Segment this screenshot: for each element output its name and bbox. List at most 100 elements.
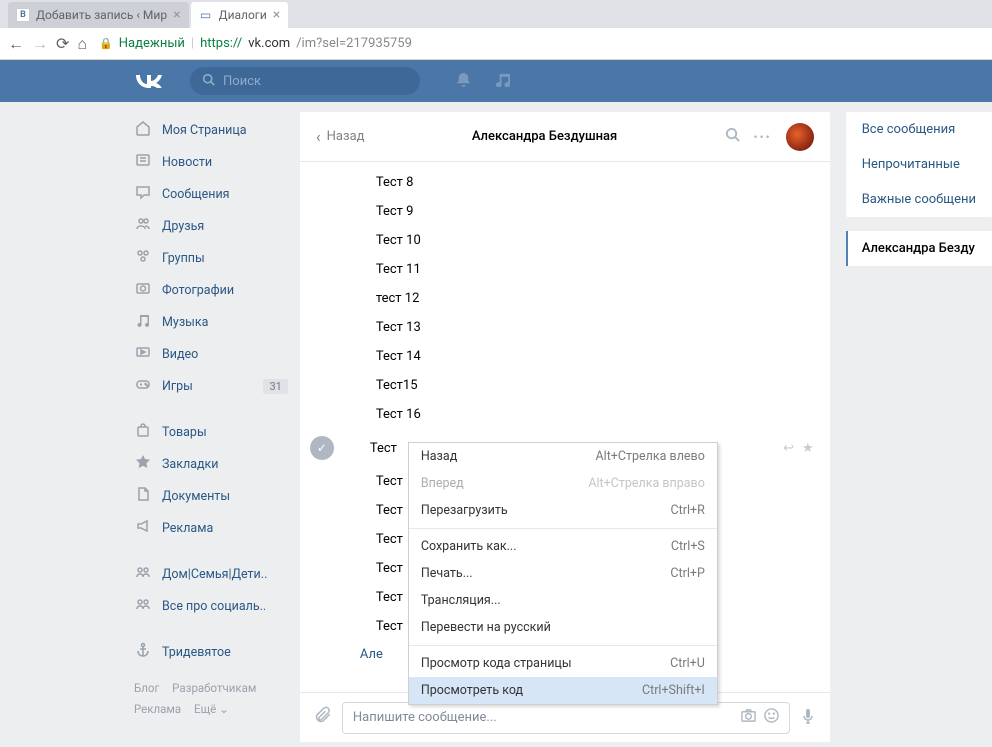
- footer-blog[interactable]: Блог: [134, 681, 159, 695]
- chat-icon: ▭: [199, 8, 213, 22]
- reload-icon[interactable]: ⟳: [56, 34, 69, 54]
- conversation-title[interactable]: Александра Бездушная: [365, 129, 725, 144]
- sidebar-item-label: Дом|Семья|Дети..: [162, 567, 267, 582]
- sidebar-item-group[interactable]: Дом|Семья|Дети..: [130, 558, 292, 590]
- back-arrow-icon[interactable]: ←: [8, 34, 24, 54]
- message-row[interactable]: Тест 8: [316, 168, 814, 197]
- tab-close-icon[interactable]: ×: [273, 7, 280, 23]
- context-menu-item[interactable]: НазадAlt+Стрелка влево: [409, 443, 717, 470]
- group-icon: [134, 564, 152, 584]
- sidebar-item-music[interactable]: Музыка: [130, 306, 292, 338]
- notifications-icon[interactable]: [456, 72, 471, 91]
- more-icon[interactable]: •••: [754, 130, 772, 144]
- message-row[interactable]: Тест 10: [316, 226, 814, 255]
- reply-icon[interactable]: ↩: [783, 441, 794, 456]
- forward-arrow-icon[interactable]: →: [32, 34, 48, 54]
- footer-ads[interactable]: Реклама: [134, 702, 181, 716]
- search-icon: [202, 73, 215, 90]
- context-menu-item[interactable]: Просмотр кода страницыCtrl+U: [409, 650, 717, 677]
- context-menu: НазадAlt+Стрелка влевоВпередAlt+Стрелка …: [408, 442, 718, 705]
- search-box[interactable]: [190, 67, 420, 95]
- message-row[interactable]: Тест15: [316, 371, 814, 400]
- context-menu-item[interactable]: Перевести на русский: [409, 614, 717, 641]
- address-bar[interactable]: 🔒 Надежный | https://vk.com/im?sel=21793…: [99, 36, 984, 51]
- sidebar-item-group[interactable]: Все про социаль..: [130, 590, 292, 622]
- message-row[interactable]: Тест 16: [316, 400, 814, 429]
- context-menu-item[interactable]: Перезагрузить Ctrl+R: [409, 497, 717, 524]
- ctx-label: Печать...: [421, 566, 473, 581]
- ads-icon: [134, 518, 152, 538]
- sidebar-item-label: Группы: [162, 251, 205, 266]
- check-icon[interactable]: ✓: [310, 436, 334, 460]
- ctx-label: Просмотр кода страницы: [421, 656, 572, 671]
- tab-title: Добавить запись ‹ Мир: [36, 8, 167, 22]
- message-text: Тест: [370, 441, 397, 456]
- message-text: Тест 11: [376, 262, 421, 277]
- ctx-label: Перевести на русский: [421, 620, 551, 635]
- context-menu-item[interactable]: Трансляция...: [409, 587, 717, 614]
- groups-icon: [134, 248, 152, 268]
- message-text: Тест 13: [376, 320, 421, 335]
- sidebar-item-doc[interactable]: Документы: [130, 480, 292, 512]
- camera-icon[interactable]: [741, 708, 756, 727]
- message-row[interactable]: Тест 13: [316, 313, 814, 342]
- attach-icon[interactable]: [314, 706, 332, 729]
- footer-more[interactable]: Ещё ⌄: [194, 702, 229, 716]
- back-button[interactable]: ‹ Назад: [316, 127, 365, 146]
- ctx-label: Перезагрузить: [421, 503, 508, 518]
- nav-controls: ← → ⟳ ⌂: [8, 34, 87, 54]
- tab-close-icon[interactable]: ×: [173, 7, 180, 23]
- sidebar-footer: Блог Разработчикам Реклама Ещё ⌄: [130, 668, 292, 729]
- browser-tab[interactable]: ▭ Диалоги ×: [191, 2, 289, 28]
- avatar[interactable]: [786, 123, 814, 151]
- sidebar-badge: 31: [263, 379, 287, 394]
- sidebar-item-bag[interactable]: Товары: [130, 416, 292, 448]
- sidebar-item-photo[interactable]: Фотографии: [130, 274, 292, 306]
- sidebar-item-news[interactable]: Новости: [130, 146, 292, 178]
- filter-all[interactable]: Все сообщения: [846, 112, 992, 147]
- search-input[interactable]: [223, 74, 408, 89]
- compose-input[interactable]: [353, 710, 733, 725]
- sidebar-item-anchor[interactable]: Тридевятое: [130, 636, 292, 668]
- message-text: Тест15: [376, 378, 418, 393]
- filter-unread[interactable]: Непрочитанные: [846, 147, 992, 182]
- browser-tab[interactable]: В Добавить запись ‹ Мир ×: [8, 2, 189, 28]
- main-column: ‹ Назад Александра Бездушная ••• Тест 8Т…: [300, 102, 830, 742]
- search-icon[interactable]: [725, 127, 740, 146]
- sidebar: Моя СтраницаНовостиСообщенияДрузья Группы…: [130, 102, 292, 742]
- sidebar-item-groups[interactable]: Группы: [130, 242, 292, 274]
- message-row[interactable]: Тест 9: [316, 197, 814, 226]
- context-menu-item[interactable]: Печать...Ctrl+P: [409, 560, 717, 587]
- sidebar-item-games[interactable]: Игры 31: [130, 370, 292, 402]
- browser-toolbar: ← → ⟳ ⌂ 🔒 Надежный | https://vk.com/im?s…: [0, 28, 992, 60]
- vk-logo[interactable]: [134, 69, 162, 94]
- conversation-header: ‹ Назад Александра Бездушная •••: [300, 112, 830, 162]
- mic-icon[interactable]: [800, 708, 816, 728]
- context-menu-item[interactable]: Сохранить как...Ctrl+S: [409, 533, 717, 560]
- sidebar-item-video[interactable]: Видео: [130, 338, 292, 370]
- sidebar-item-label: Тридевятое: [162, 645, 231, 660]
- games-icon: [134, 376, 152, 396]
- message-row[interactable]: тест 12: [316, 284, 814, 313]
- ctx-shortcut: Ctrl+R: [671, 503, 705, 518]
- sidebar-item-label: Игры: [162, 379, 193, 394]
- conversation-actions: •••: [725, 123, 814, 151]
- sidebar-item-ads[interactable]: Реклама: [130, 512, 292, 544]
- message-row[interactable]: Тест 11: [316, 255, 814, 284]
- footer-devs[interactable]: Разработчикам: [172, 681, 256, 695]
- ctx-label: Вперед: [421, 476, 464, 491]
- chevron-left-icon: ‹: [316, 127, 321, 146]
- sidebar-item-friends[interactable]: Друзья: [130, 210, 292, 242]
- home-icon[interactable]: ⌂: [77, 34, 87, 54]
- star-icon[interactable]: ★: [802, 441, 814, 456]
- context-menu-item[interactable]: Просмотреть кодCtrl+Shift+I: [409, 677, 717, 704]
- sidebar-item-star[interactable]: Закладки: [130, 448, 292, 480]
- sidebar-item-home[interactable]: Моя Страница: [130, 114, 292, 146]
- sidebar-item-msg[interactable]: Сообщения: [130, 178, 292, 210]
- emoji-icon[interactable]: [764, 708, 779, 727]
- message-row[interactable]: Тест 14: [316, 342, 814, 371]
- music-icon[interactable]: [495, 72, 510, 91]
- filter-important[interactable]: Важные сообщени: [846, 182, 992, 217]
- sidebar-item-label: Все про социаль..: [162, 599, 266, 614]
- filter-active-user[interactable]: Александра Безду: [846, 231, 992, 266]
